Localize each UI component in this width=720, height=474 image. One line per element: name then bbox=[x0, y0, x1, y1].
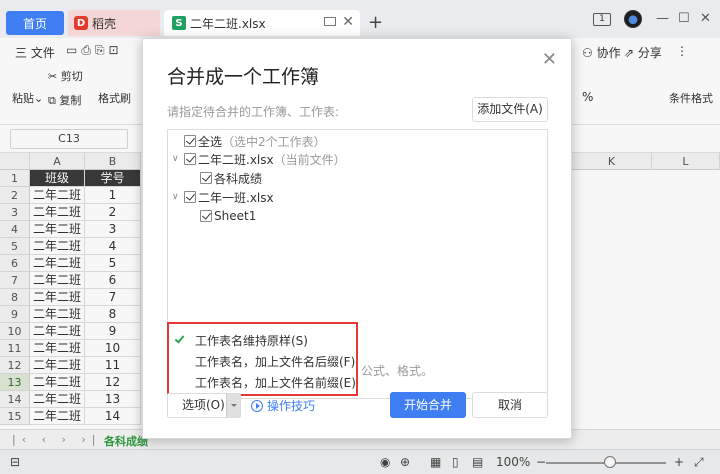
file1-sheet-label: 各科成绩 bbox=[214, 171, 263, 186]
hint-text: 公式、格式。 bbox=[361, 364, 434, 378]
maximize-icon[interactable]: ☐ bbox=[678, 11, 690, 26]
select-all-label: 全选 bbox=[198, 134, 223, 149]
tree-file1[interactable]: ∨ 二年二班.xlsx （当前文件） bbox=[172, 150, 346, 168]
checkbox-file1[interactable] bbox=[184, 153, 196, 165]
tree-file2-sheet[interactable]: Sheet1 bbox=[200, 207, 256, 225]
close-window-icon[interactable]: ✕ bbox=[700, 11, 711, 26]
dialog-description: 请指定待合并的工作簿、工作表: bbox=[167, 105, 340, 119]
play-icon bbox=[251, 399, 263, 412]
daoke-logo-icon: D bbox=[74, 16, 88, 30]
title-bar: 首页 D 稻壳 S 二年二班.xlsx ✕ + 1 — ☐ ✕ bbox=[0, 0, 720, 38]
tree-file1-sheet[interactable]: 各科成绩 bbox=[200, 169, 262, 187]
checkbox-file2[interactable] bbox=[184, 191, 196, 203]
checkbox-select-all[interactable] bbox=[184, 135, 196, 147]
tab-daoke-label: 稻壳 bbox=[92, 16, 117, 31]
tips-link[interactable]: 操作技巧 bbox=[251, 397, 315, 414]
checkbox-file2-sheet[interactable] bbox=[200, 210, 212, 222]
spreadsheet-icon: S bbox=[172, 16, 186, 30]
checkbox-file1-sheet[interactable] bbox=[200, 172, 212, 184]
dropdown-arrow-icon[interactable] bbox=[226, 394, 240, 417]
file1-note: （当前文件） bbox=[273, 152, 346, 167]
close-icon[interactable]: ✕ bbox=[542, 49, 557, 70]
start-merge-button[interactable]: 开始合并 bbox=[390, 392, 466, 418]
tree-select-all[interactable]: 全选 （选中2个工作表） bbox=[184, 132, 326, 150]
options-button[interactable]: 选项(O) bbox=[167, 393, 241, 418]
cancel-button[interactable]: 取消 bbox=[472, 392, 548, 418]
window-icon[interactable] bbox=[324, 17, 336, 26]
chevron-down-icon[interactable]: ∨ bbox=[172, 154, 184, 164]
options-label: 选项(O) bbox=[182, 398, 225, 412]
avatar[interactable] bbox=[624, 10, 642, 28]
highlight-box bbox=[167, 322, 358, 396]
tab-home[interactable]: 首页 bbox=[6, 11, 64, 35]
minimize-icon[interactable]: — bbox=[656, 11, 669, 26]
file2-label: 二年一班.xlsx bbox=[198, 190, 274, 205]
tree-file2[interactable]: ∨ 二年一班.xlsx bbox=[172, 188, 274, 206]
file2-sheet-label: Sheet1 bbox=[214, 209, 257, 223]
tab-close-icon[interactable]: ✕ bbox=[342, 14, 354, 30]
file1-label: 二年二班.xlsx bbox=[198, 152, 274, 167]
select-all-note: （选中2个工作表） bbox=[222, 134, 326, 149]
new-tab-button[interactable]: + bbox=[368, 12, 383, 33]
tab-file[interactable]: S 二年二班.xlsx ✕ bbox=[164, 10, 360, 36]
add-file-button[interactable]: 添加文件(A) bbox=[472, 97, 548, 122]
tips-label: 操作技巧 bbox=[267, 399, 316, 413]
page-count-icon[interactable]: 1 bbox=[593, 13, 611, 26]
tab-daoke[interactable]: D 稻壳 bbox=[68, 10, 160, 36]
merge-workbook-dialog: 合并成一个工作簿 ✕ 请指定待合并的工作簿、工作表: 添加文件(A) 全选 （选… bbox=[142, 38, 572, 439]
chevron-down-icon[interactable]: ∨ bbox=[172, 192, 184, 202]
tab-file-label: 二年二班.xlsx bbox=[190, 16, 266, 31]
dialog-title: 合并成一个工作簿 bbox=[167, 66, 320, 88]
